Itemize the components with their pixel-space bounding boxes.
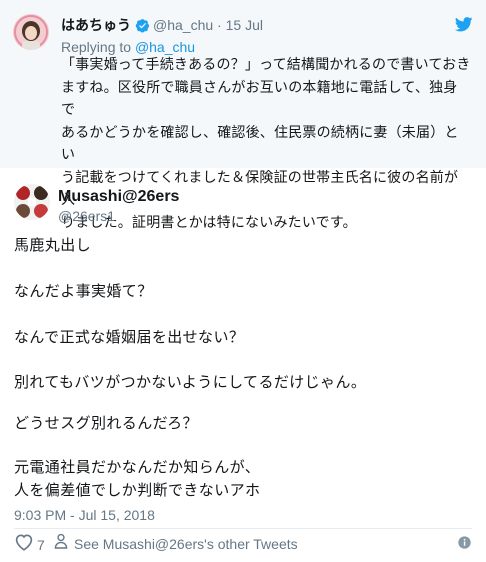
avatar[interactable] — [13, 14, 49, 50]
tweet-header: はあちゅう @ha_chu · 15 Jul — [61, 16, 263, 37]
verified-badge-icon — [135, 18, 150, 37]
tweet-date[interactable]: 15 Jul — [226, 17, 263, 33]
tweet-text-line: どうせスグ別れるんだろ？ — [14, 415, 198, 432]
tweet-text-line: 別れてもバツがつかないようにしてるだけじゃん。 — [14, 374, 367, 391]
avatar[interactable] — [14, 184, 50, 220]
like-count: 7 — [37, 536, 45, 553]
like-button[interactable]: 7 — [14, 533, 45, 556]
display-name[interactable]: Musashi@26ers — [58, 187, 179, 207]
tweet-text-line: 「事実婚って手続きあるの？」って結構聞かれるので書いておき — [61, 56, 471, 72]
handle[interactable]: @26ers1 — [58, 207, 115, 225]
tweet-text-line: なんで正式な婚姻届を出せない？ — [14, 329, 245, 346]
handle[interactable]: @ha_chu — [153, 17, 213, 33]
tweet-text-line: りました。証明書とかは特にないみたいです。 — [61, 213, 357, 230]
info-icon[interactable] — [458, 536, 471, 554]
tweet-text-line: 馬鹿丸出し — [14, 237, 92, 254]
heart-icon — [14, 533, 34, 556]
tweet-text-line: 元電通社員だかなんだか知らんが、 — [14, 459, 261, 476]
divider — [14, 528, 472, 529]
person-icon — [54, 533, 68, 554]
tweet-text-line: あるかどうかを確認し、確認後、住民票の続柄に妻（未届）とい — [61, 123, 459, 163]
twitter-bird-icon[interactable] — [454, 17, 473, 37]
other-tweets-label: See Musashi@26ers's other Tweets — [74, 535, 298, 552]
other-tweets-link[interactable]: See Musashi@26ers's other Tweets — [54, 533, 298, 554]
display-name[interactable]: はあちゅう — [61, 17, 131, 33]
tweet-text-line: なんだよ事実婚て？ — [14, 283, 153, 300]
tweet-text-line: 人を偏差値でしか判断できないアホ — [14, 482, 261, 499]
parent-tweet[interactable]: はあちゅう @ha_chu · 15 Jul Replying to @ha_ch… — [0, 0, 486, 230]
tweet-timestamp[interactable]: 9:03 PM - Jul 15, 2018 — [14, 506, 155, 524]
tweet-text-line: ますね。区役所で職員さんがお互いの本籍地に電話して、独身で — [61, 78, 458, 118]
